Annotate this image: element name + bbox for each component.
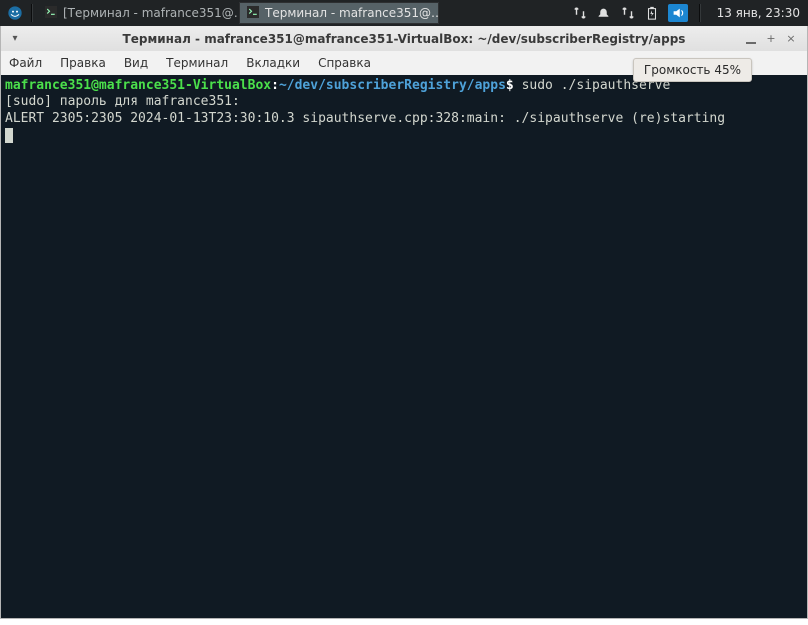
network-icon-2[interactable]	[620, 6, 636, 20]
menu-file[interactable]: Файл	[9, 56, 42, 70]
prompt-path: ~/dev/subscriberRegistry/apps	[279, 78, 506, 93]
terminal-output[interactable]: mafrance351@mafrance351-VirtualBox:~/dev…	[1, 75, 807, 618]
top-panel: [Терминал - mafrance351@… Терминал - maf…	[0, 0, 808, 26]
window-titlebar[interactable]: ▾ Терминал - mafrance351@mafrance351-Vir…	[1, 26, 807, 51]
taskbar-item-label: [Терминал - mafrance351@…	[63, 6, 237, 20]
panel-separator	[699, 4, 700, 22]
prompt-user: mafrance351@mafrance351-VirtualBox	[5, 78, 271, 93]
panel-clock[interactable]: 13 янв, 23:30	[717, 6, 800, 20]
volume-icon[interactable]	[668, 4, 688, 22]
menu-edit[interactable]: Правка	[60, 56, 106, 70]
window-title: Терминал - mafrance351@mafrance351-Virtu…	[123, 32, 686, 46]
volume-tooltip: Громкость 45%	[633, 58, 752, 82]
panel-separator	[31, 4, 32, 22]
menu-tabs[interactable]: Вкладки	[246, 56, 300, 70]
prompt-dollar: $	[506, 78, 514, 93]
window-maximize-button[interactable]: +	[763, 31, 779, 47]
terminal-line: [sudo] пароль для mafrance351:	[5, 94, 240, 109]
menu-terminal[interactable]: Терминал	[166, 56, 228, 70]
taskbar-item-terminal-2[interactable]: Терминал - mafrance351@…	[239, 2, 439, 24]
taskbar-item-label: Терминал - mafrance351@…	[265, 6, 439, 20]
terminal-icon	[247, 6, 259, 21]
terminal-cursor	[5, 128, 13, 143]
notifications-icon[interactable]	[596, 7, 612, 20]
system-tray: 13 янв, 23:30	[572, 4, 804, 22]
terminal-icon	[45, 6, 57, 21]
desktop-area: Громкость 45% ▾ Терминал - mafrance351@m…	[0, 26, 808, 625]
terminal-window: ▾ Терминал - mafrance351@mafrance351-Vir…	[0, 26, 808, 619]
battery-icon[interactable]	[644, 6, 660, 20]
whisker-menu-icon[interactable]	[4, 2, 26, 24]
window-minimize-button[interactable]	[743, 31, 759, 47]
window-close-button[interactable]: ×	[783, 31, 799, 47]
network-icon[interactable]	[572, 6, 588, 20]
taskbar-item-terminal-1[interactable]: [Терминал - mafrance351@…	[37, 2, 237, 24]
window-menu-dropdown-icon[interactable]: ▾	[7, 31, 23, 47]
terminal-line: ALERT 2305:2305 2024-01-13T23:30:10.3 si…	[5, 111, 725, 126]
menu-view[interactable]: Вид	[124, 56, 148, 70]
menu-help[interactable]: Справка	[318, 56, 371, 70]
prompt-colon: :	[271, 78, 279, 93]
